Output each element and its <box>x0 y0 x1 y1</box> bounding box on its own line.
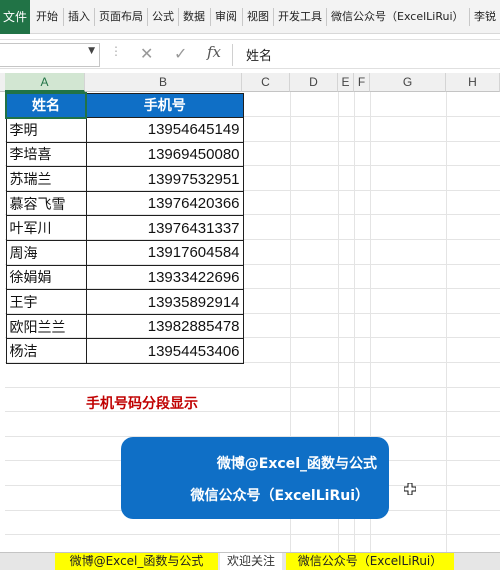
tab-user[interactable]: 李锐 <box>474 0 496 34</box>
ribbon-tab-bar: 文件 开始 插入 页面布局 公式 数据 审阅 视图 开发工具 微信公众号（Exc… <box>0 0 500 34</box>
name-cell[interactable]: 杨洁 <box>5 338 87 365</box>
phone-cell[interactable]: 13933422696 <box>85 264 244 291</box>
table-row: 李培喜 13969450080 <box>5 141 244 168</box>
table-row: 慕容飞雪 13976420366 <box>5 190 244 217</box>
header-phone-cell[interactable]: 手机号 <box>85 92 244 119</box>
tab-divider <box>63 8 64 26</box>
tab-divider <box>326 8 327 26</box>
column-header-e[interactable]: E <box>338 73 354 92</box>
column-header-f[interactable]: F <box>354 73 370 92</box>
tab-formulas[interactable]: 公式 <box>152 0 174 34</box>
phone-cell[interactable]: 13969450080 <box>85 141 244 168</box>
name-cell[interactable]: 李培喜 <box>5 141 87 168</box>
tab-insert[interactable]: 插入 <box>68 0 90 34</box>
phone-cell[interactable]: 13935892914 <box>85 289 244 315</box>
column-header-d[interactable]: D <box>290 73 338 92</box>
tab-divider <box>178 8 179 26</box>
phone-table: 姓名 手机号 李明 13954645149 李培喜 13969450080 苏瑞… <box>5 92 244 365</box>
tab-wechat[interactable]: 微信公众号（ExcelLiRui） <box>331 0 464 34</box>
column-header-g[interactable]: G <box>370 73 446 92</box>
column-header-b[interactable]: B <box>85 73 242 92</box>
tab-page-layout[interactable]: 页面布局 <box>99 0 143 34</box>
tab-developer[interactable]: 开发工具 <box>278 0 322 34</box>
formula-bar: ▼ ⋮ ✕ ✓ fx 姓名 <box>0 39 500 69</box>
tab-file[interactable]: 文件 <box>0 0 30 34</box>
column-header-h[interactable]: H <box>446 73 500 92</box>
tab-view[interactable]: 视图 <box>247 0 269 34</box>
name-box[interactable]: ▼ <box>0 43 100 67</box>
name-cell[interactable]: 叶军川 <box>5 215 87 242</box>
column-header-c[interactable]: C <box>242 73 290 92</box>
crosshair-cursor-icon <box>404 483 416 495</box>
gridline <box>5 534 500 535</box>
enter-icon[interactable]: ✓ <box>174 42 187 66</box>
table-row: 周海 13917604584 <box>5 240 244 266</box>
tab-divider <box>210 8 211 26</box>
table-row: 苏瑞兰 13997532951 <box>5 166 244 192</box>
table-row: 杨洁 13954453406 <box>5 338 244 365</box>
sheet-tab-welcome[interactable]: 欢迎关注 <box>220 553 282 570</box>
sheet-tab-bar: 微博@Excel_函数与公式 欢迎关注 微信公众号（ExcelLiRui） <box>0 552 500 570</box>
table-row: 徐娟娟 13933422696 <box>5 264 244 291</box>
formula-bar-divider <box>232 44 233 66</box>
chevron-down-icon[interactable]: ▼ <box>88 46 95 56</box>
tab-divider <box>147 8 148 26</box>
cancel-icon[interactable]: ✕ <box>140 42 153 66</box>
sheet-tab-wechat[interactable]: 微信公众号（ExcelLiRui） <box>286 553 454 570</box>
phone-cell[interactable]: 13976420366 <box>85 190 244 217</box>
tab-divider <box>469 8 470 26</box>
phone-cell[interactable]: 13954453406 <box>85 338 244 365</box>
phone-cell[interactable]: 13917604584 <box>85 240 244 266</box>
tab-data[interactable]: 数据 <box>183 0 205 34</box>
table-row: 叶军川 13976431337 <box>5 215 244 242</box>
info-line-wechat: 微信公众号（ExcelLiRui） <box>190 488 369 504</box>
name-cell[interactable]: 徐娟娟 <box>5 264 87 291</box>
gridline <box>5 387 500 388</box>
tab-divider <box>242 8 243 26</box>
formula-input[interactable]: 姓名 <box>246 45 272 64</box>
name-cell[interactable]: 慕容飞雪 <box>5 190 87 217</box>
info-line-weibo: 微博@Excel_函数与公式 <box>216 456 377 472</box>
name-cell[interactable]: 苏瑞兰 <box>5 166 87 192</box>
gridline <box>446 92 447 552</box>
caption-text: 手机号码分段显示 <box>86 396 198 412</box>
phone-cell[interactable]: 13997532951 <box>85 166 244 192</box>
table-row: 王宇 13935892914 <box>5 289 244 315</box>
tab-divider <box>273 8 274 26</box>
insert-function-button[interactable]: fx <box>207 43 221 61</box>
gridline <box>5 411 500 412</box>
name-cell[interactable]: 李明 <box>5 117 87 143</box>
name-cell[interactable]: 欧阳兰兰 <box>5 313 87 340</box>
table-row: 李明 13954645149 <box>5 117 244 143</box>
phone-cell[interactable]: 13982885478 <box>85 313 244 340</box>
tab-divider <box>94 8 95 26</box>
name-cell[interactable]: 王宇 <box>5 289 87 315</box>
phone-cell[interactable]: 13954645149 <box>85 117 244 143</box>
header-name-cell[interactable]: 姓名 <box>5 92 87 119</box>
sheet-tab-weibo[interactable]: 微博@Excel_函数与公式 <box>55 553 218 570</box>
table-row: 欧阳兰兰 13982885478 <box>5 313 244 340</box>
table-header-row: 姓名 手机号 <box>5 92 244 119</box>
column-header-a[interactable]: A <box>5 73 85 92</box>
tab-review[interactable]: 审阅 <box>215 0 237 34</box>
drag-handle-icon[interactable]: ⋮ <box>110 44 122 58</box>
name-cell[interactable]: 周海 <box>5 240 87 266</box>
tab-home[interactable]: 开始 <box>36 0 58 34</box>
phone-cell[interactable]: 13976431337 <box>85 215 244 242</box>
info-box: 微博@Excel_函数与公式 微信公众号（ExcelLiRui） <box>121 437 389 519</box>
